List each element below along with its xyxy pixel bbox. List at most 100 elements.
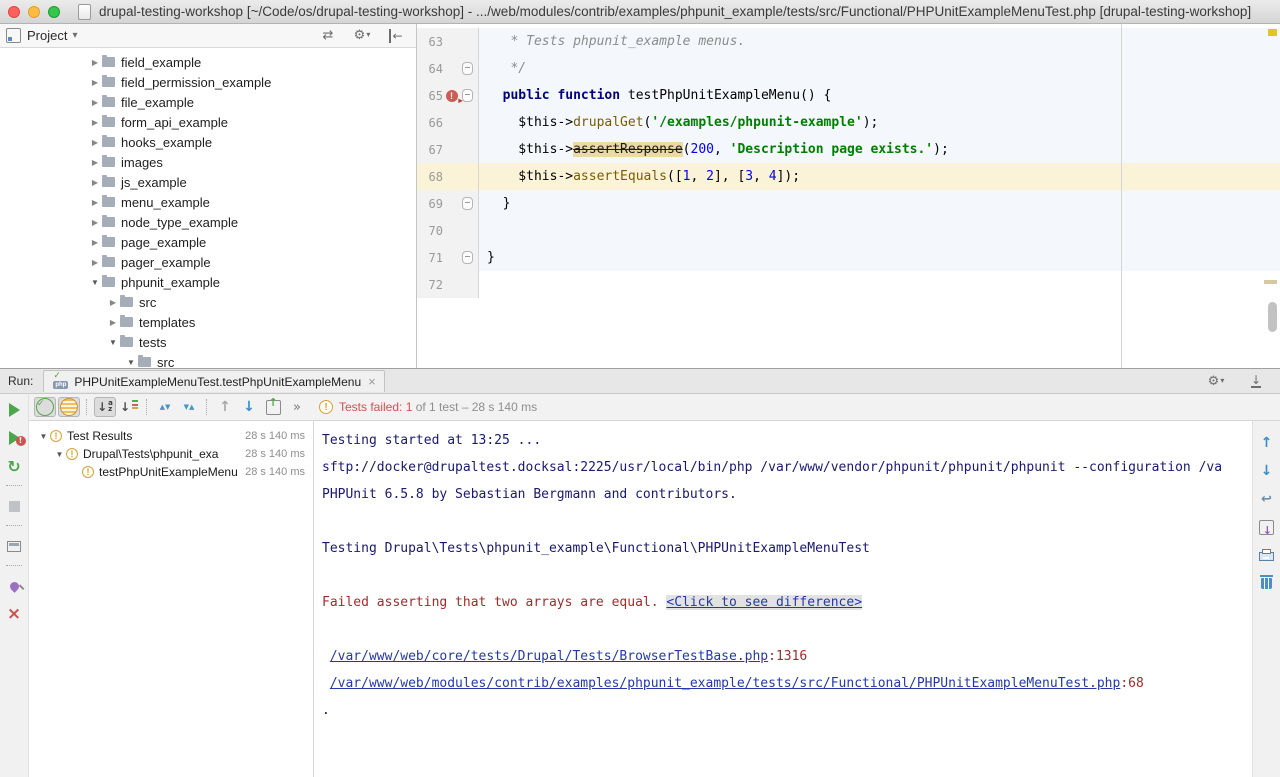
chevron-collapsed-icon[interactable]: ▶ [88,198,102,207]
fold-marker-icon[interactable] [462,89,473,102]
expand-all-icon[interactable] [160,404,171,410]
fold-marker-icon[interactable] [462,197,473,210]
code-line[interactable] [479,217,1280,244]
chevron-collapsed-icon[interactable]: ▶ [88,178,102,187]
close-run-panel-icon[interactable]: × [7,607,21,621]
pin-tab-icon[interactable] [8,580,21,593]
rerun-tests-button[interactable] [3,400,25,420]
code-line[interactable]: $this->assertEquals([1, 2], [3, 4]); [479,163,1280,190]
show-ignored-button[interactable] [58,397,80,417]
console-link[interactable]: /var/www/web/modules/contrib/examples/ph… [330,676,1121,691]
chevron-collapsed-icon[interactable]: ▶ [106,318,120,327]
project-header-label[interactable]: Project [27,28,67,43]
chevron-collapsed-icon[interactable]: ▶ [88,158,102,167]
restore-layout-icon[interactable] [7,541,21,552]
clear-all-icon[interactable] [1261,578,1272,589]
project-tree-item[interactable]: ▶pager_example [0,252,416,272]
more-options-button[interactable]: » [286,397,308,417]
close-tab-icon[interactable]: × [368,377,376,387]
collapse-all-icon[interactable] [184,404,195,410]
editor-scrollbar-thumb[interactable] [1268,302,1277,332]
print-console-icon[interactable] [1259,552,1274,561]
editor-gutter[interactable]: 68 [417,163,479,190]
soft-wrap-button[interactable]: ↩ [1256,489,1278,509]
project-tree-item[interactable]: ▶field_example [0,52,416,72]
editor-gutter[interactable]: 71 [417,244,479,271]
code-line[interactable]: $this->assertResponse(200, 'Description … [479,136,1280,163]
scroll-to-end-button[interactable]: ↓ [1256,461,1278,481]
restore-layout-button[interactable] [3,536,25,556]
sort-by-duration-icon[interactable]: ↓ [120,400,138,414]
editor-gutter[interactable]: 69 [417,190,479,217]
test-console[interactable]: Testing started at 13:25 ...sftp://docke… [314,421,1252,777]
project-tree-item[interactable]: ▼src [0,352,416,368]
project-tree-item[interactable]: ▶src [0,292,416,312]
project-tree-item[interactable]: ▶templates [0,312,416,332]
hide-project-panel-button[interactable]: ← [385,26,407,46]
stop-icon[interactable] [9,501,20,512]
minimize-window-button[interactable] [28,6,40,18]
project-tree-item[interactable]: ▶page_example [0,232,416,252]
code-line[interactable]: } [479,244,1280,271]
chevron-collapsed-icon[interactable]: ▶ [88,118,102,127]
project-tree-item[interactable]: ▶menu_example [0,192,416,212]
code-line[interactable]: $this->drupalGet('/examples/phpunit-exam… [479,109,1280,136]
editor-gutter[interactable]: 65! [417,82,479,109]
editor-gutter[interactable]: 72 [417,271,479,298]
hide-run-panel-button[interactable]: ↓ [1245,371,1267,391]
chevron-collapsed-icon[interactable]: ▶ [88,238,102,247]
soft-wrap-icon[interactable]: ↩ [1261,492,1272,507]
toggle-auto-test-button[interactable]: ↻ [3,456,25,476]
chevron-collapsed-icon[interactable]: ▶ [88,218,102,227]
code-line[interactable] [479,271,1280,298]
project-tree-item[interactable]: ▶file_example [0,92,416,112]
clear-all-button[interactable] [1256,573,1278,593]
zoom-window-button[interactable] [48,6,60,18]
rerun-tests-icon[interactable] [9,403,20,417]
show-passed-icon[interactable]: ✓ [36,398,54,416]
next-failed-test-button[interactable]: ↓ [238,397,260,417]
test-tree-item[interactable]: !testPhpUnitExampleMenu28 s 140 ms [29,463,313,481]
toggle-auto-test-icon[interactable]: ↻ [7,457,20,476]
close-run-panel-button[interactable]: × [3,604,25,624]
project-tree-item[interactable]: ▶field_permission_example [0,72,416,92]
rerun-failed-tests-button[interactable] [3,428,25,448]
warning-stripe-mark[interactable] [1268,29,1277,36]
project-tree-item[interactable]: ▶hooks_example [0,132,416,152]
sort-alphabetically-button[interactable]: ↓ [94,397,116,417]
pin-tab-button[interactable] [3,576,25,596]
code-line[interactable]: * Tests phpunit_example menus. [479,28,1280,55]
more-options-icon[interactable]: » [293,400,301,415]
sort-alphabetically-icon[interactable]: ↓ [97,400,113,414]
editor-gutter[interactable]: 67 [417,136,479,163]
previous-failed-test-icon[interactable]: ↑ [219,399,231,415]
chevron-collapsed-icon[interactable]: ▶ [106,298,120,307]
sort-by-duration-button[interactable]: ↓ [118,397,140,417]
settings-button[interactable]: ⚙ [351,26,373,46]
collapse-all-button[interactable] [178,397,200,417]
chevron-collapsed-icon[interactable]: ▶ [88,78,102,87]
scroll-to-top-button[interactable]: ↑ [1256,433,1278,453]
highlight-stripe-mark[interactable] [1264,280,1277,284]
stop-button[interactable] [3,496,25,516]
project-tree-item[interactable]: ▶form_api_example [0,112,416,132]
code-line[interactable]: public function testPhpUnitExampleMenu()… [479,82,1280,109]
test-failed-icon[interactable]: ! [446,90,458,102]
code-line[interactable]: */ [479,55,1280,82]
run-settings-icon[interactable]: ⚙ [1208,374,1225,389]
chevron-collapsed-icon[interactable]: ▶ [88,258,102,267]
show-passed-button[interactable]: ✓ [34,397,56,417]
chevron-expanded-icon[interactable]: ▼ [37,432,50,441]
project-tree-item[interactable]: ▶node_type_example [0,212,416,232]
chevron-collapsed-icon[interactable]: ▶ [88,98,102,107]
chevron-down-icon[interactable]: ▾ [72,30,77,41]
run-tab[interactable]: PHPUnitExampleMenuTest.testPhpUnitExampl… [43,370,384,392]
project-tree-item[interactable]: ▶js_example [0,172,416,192]
fold-marker-icon[interactable] [462,62,473,75]
chevron-collapsed-icon[interactable]: ▶ [88,58,102,67]
code-editor[interactable]: 63 * Tests phpunit_example menus.64 */65… [417,24,1280,368]
editor-gutter[interactable]: 63 [417,28,479,55]
hide-run-panel-icon[interactable]: ↓ [1251,375,1261,388]
rerun-failed-tests-icon[interactable] [9,431,20,445]
project-tree-item[interactable]: ▼phpunit_example [0,272,416,292]
